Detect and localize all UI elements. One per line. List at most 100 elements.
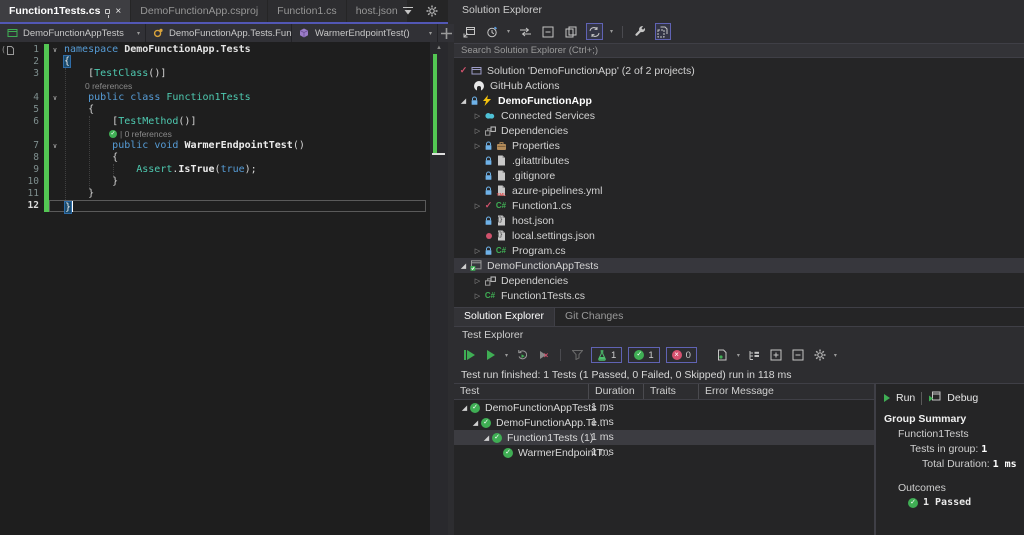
collapsed-twisty-icon[interactable]: ▷ [472, 112, 483, 120]
test-row-function1tests-1[interactable]: ◢✓Function1Tests (1)1 ms [454, 430, 874, 445]
tree-item-demofunctionapp[interactable]: ◢DemoFunctionApp [454, 93, 1024, 108]
line-number: 1 [14, 44, 44, 56]
tree-item-local-settings-json[interactable]: {}local.settings.json [454, 228, 1024, 243]
fold-marker-icon[interactable]: ∨ [49, 140, 61, 152]
tab-function1-cs[interactable]: Function1.cs [268, 0, 347, 22]
chevron-down-icon[interactable]: ▾ [137, 30, 140, 37]
properties-wrench-icon[interactable] [632, 23, 648, 40]
breadcrumb-label: DemoFunctionApp.Tests.Func [169, 28, 292, 39]
gear-icon[interactable] [424, 3, 440, 20]
run-tests-icon[interactable] [483, 347, 499, 364]
collapsed-twisty-icon[interactable]: ▷ [472, 292, 483, 300]
home-icon[interactable] [461, 23, 477, 40]
column-test[interactable]: Test [454, 384, 589, 399]
tree-item-connected-services[interactable]: ▷Connected Services [454, 108, 1024, 123]
cancel-run-icon[interactable]: × [536, 347, 552, 364]
collapse-all-icon[interactable] [540, 23, 556, 40]
tab-solution-explorer[interactable]: Solution Explorer [454, 308, 555, 326]
preview-selected-items-icon[interactable] [563, 23, 579, 40]
run-all-tests-icon[interactable] [461, 347, 477, 364]
debug-button[interactable]: Debug [947, 392, 978, 404]
switch-views-icon[interactable] [517, 23, 533, 40]
collapsed-twisty-icon[interactable]: ▷ [472, 277, 483, 285]
group-by-icon[interactable] [746, 347, 762, 364]
tree-item-dependencies[interactable]: ▷Dependencies [454, 273, 1024, 288]
close-icon[interactable]: × [115, 6, 121, 17]
fold-marker-icon[interactable]: ∨ [49, 92, 61, 104]
collapsed-twisty-icon[interactable]: ▷ [472, 142, 483, 150]
expanded-twisty-icon[interactable]: ◢ [470, 419, 481, 427]
collapsed-twisty-icon[interactable]: ▷ [472, 247, 483, 255]
chevron-down-icon[interactable]: ▾ [429, 30, 432, 37]
total-tests-toggle[interactable]: 1 [591, 347, 622, 363]
playlist-icon[interactable] [715, 347, 731, 364]
chevron-down-icon[interactable]: ▾ [505, 352, 508, 359]
text-cursor [72, 201, 73, 212]
code-line[interactable]: (1∨namespace DemoFunctionApp.Tests [0, 44, 430, 56]
tree-item-azure-pipelines-yml[interactable]: YMLazure-pipelines.yml [454, 183, 1024, 198]
tree-item-function1tests-cs[interactable]: ▷C#Function1Tests.cs [454, 288, 1024, 303]
test-row-demofunctionapptests[interactable]: ◢✓DemoFunctionAppTests ...1 ms [454, 400, 874, 415]
test-row-demofunctionapp-te[interactable]: ◢✓DemoFunctionApp.Te...1 ms [454, 415, 874, 430]
pending-changes-filter-icon[interactable] [484, 23, 500, 40]
expanded-twisty-icon[interactable]: ◢ [458, 262, 469, 270]
expanded-twisty-icon[interactable]: ◢ [481, 434, 492, 442]
editor-vertical-scrollbar[interactable]: ▲ [430, 42, 448, 535]
passed-tests-toggle[interactable]: ✓ 1 [628, 347, 659, 363]
tree-item-demofunctionapptests[interactable]: ◢DemoFunctionAppTests [454, 258, 1024, 273]
chevron-down-icon[interactable]: ▾ [834, 352, 837, 359]
repeat-last-run-icon[interactable] [514, 347, 530, 364]
code-line[interactable]: 12} [0, 200, 430, 212]
editor-body[interactable]: (1∨namespace DemoFunctionApp.Tests2{3 [T… [0, 42, 448, 535]
tree-item-properties[interactable]: ▷Properties [454, 138, 1024, 153]
solution-explorer-search-input[interactable]: Search Solution Explorer (Ctrl+;) [454, 43, 1024, 58]
tree-item-label: .gitignore [512, 170, 555, 182]
chevron-down-icon[interactable]: ▾ [737, 352, 740, 359]
collapse-all-icon[interactable] [790, 347, 806, 364]
column-traits[interactable]: Traits [644, 384, 699, 399]
tree-item-host-json[interactable]: {}host.json [454, 213, 1024, 228]
tree-item-solution-demofunctionapp-2-of-2-projects[interactable]: ✓Solution 'DemoFunctionApp' (2 of 2 proj… [454, 63, 1024, 78]
tree-item-program-cs[interactable]: ▷C#Program.cs [454, 243, 1024, 258]
breadcrumb-demofunctionapp-tests-func[interactable]: DemoFunctionApp.Tests.Func▾ [146, 24, 292, 42]
tree-item-gitignore[interactable]: .gitignore [454, 168, 1024, 183]
expanded-twisty-icon[interactable]: ◢ [458, 97, 469, 105]
tab-git-changes[interactable]: Git Changes [555, 308, 633, 326]
expanded-twisty-icon[interactable]: ◢ [459, 404, 470, 412]
column-duration[interactable]: Duration [589, 384, 644, 399]
chevron-down-icon[interactable]: ▾ [610, 28, 613, 35]
scrollbar-up-arrow-icon[interactable]: ▲ [430, 42, 448, 51]
breadcrumb-warmerendpointtest[interactable]: WarmerEndpointTest()▾ [292, 24, 438, 42]
tab-demofunctionapp-csproj[interactable]: DemoFunctionApp.csproj [131, 0, 268, 22]
failed-tests-toggle[interactable]: × 0 [666, 347, 697, 363]
show-all-files-icon[interactable] [655, 23, 671, 40]
tab-function1tests-cs[interactable]: Function1Tests.cs× [0, 0, 131, 22]
test-row-warmerendpointt[interactable]: ✓WarmerEndpointT...1 ms [454, 445, 874, 460]
codelens-references[interactable]: 0 references [85, 80, 132, 92]
test-name: DemoFunctionAppTests ... [485, 402, 608, 414]
breadcrumb-demofunctionapptests[interactable]: DemoFunctionAppTests▾ [0, 24, 146, 42]
collapsed-twisty-icon[interactable]: ▷ [472, 127, 483, 135]
sync-with-active-document-icon[interactable] [586, 23, 603, 40]
expand-all-icon[interactable] [768, 347, 784, 364]
tree-item-gitattributes[interactable]: .gitattributes [454, 153, 1024, 168]
split-window-icon[interactable] [438, 25, 454, 42]
chevron-down-icon[interactable]: ▾ [507, 28, 510, 35]
tree-item-dependencies[interactable]: ▷Dependencies [454, 123, 1024, 138]
test-settings-gear-icon[interactable] [812, 347, 828, 364]
passed-check-icon: ✓ [470, 403, 480, 413]
open-documents-list-icon[interactable] [400, 3, 416, 20]
tree-item-function1-cs[interactable]: ▷✓C#Function1.cs [454, 198, 1024, 213]
checked-in-icon: ✓ [458, 66, 469, 75]
collapsed-twisty-icon[interactable]: ▷ [472, 202, 483, 210]
filter-icon[interactable] [569, 347, 585, 364]
code-lines[interactable]: (1∨namespace DemoFunctionApp.Tests2{3 [T… [0, 42, 430, 212]
codelens-references[interactable]: | 0 references [120, 128, 172, 140]
tests-in-group-label: Tests in group: [910, 443, 978, 455]
run-button[interactable]: Run [896, 392, 915, 404]
tree-item-github-actions[interactable]: GitHub Actions [454, 78, 1024, 93]
pin-icon[interactable] [105, 9, 110, 14]
column-error-message[interactable]: Error Message [699, 384, 874, 399]
fold-marker-icon[interactable]: ∨ [49, 44, 61, 56]
code-line[interactable]: 2{ [0, 56, 430, 68]
